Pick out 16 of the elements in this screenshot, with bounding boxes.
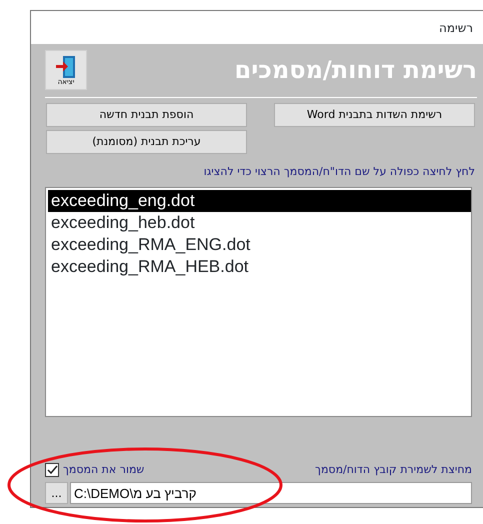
list-item[interactable]: exceeding_eng.dot (48, 190, 471, 212)
toolbar-button[interactable]: הוספת תבנית חדשה (46, 103, 247, 127)
page-title: רשימת דוחות/מסמכים (234, 58, 477, 82)
window-title: רשימה (439, 20, 473, 36)
toolbar-button[interactable]: רשימת השדות בתבנית Word (274, 103, 475, 127)
list-item[interactable]: exceeding_heb.dot (48, 212, 471, 234)
door-icon (55, 54, 77, 78)
list-item[interactable]: exceeding_RMA_HEB.dot (48, 256, 471, 278)
checkbox[interactable] (45, 462, 59, 477)
browse-button[interactable]: ... (45, 482, 68, 504)
list-item[interactable]: exceeding_RMA_ENG.dot (48, 234, 471, 256)
checkbox-label: שמור את המסמך (63, 462, 144, 478)
field-label: מחיצת לשמירת קובץ הדוח/מסמך (315, 462, 472, 478)
folder-field[interactable]: C:\DEMO\קרביץ בע מ (70, 482, 472, 504)
instruction-text: לחץ לחיצה כפולה על שם הדו"ח/המסמך הרצוי כדי להציגו (202, 164, 476, 180)
toolbar-button[interactable]: עריכת תבנית (מסומנת) (46, 130, 247, 154)
